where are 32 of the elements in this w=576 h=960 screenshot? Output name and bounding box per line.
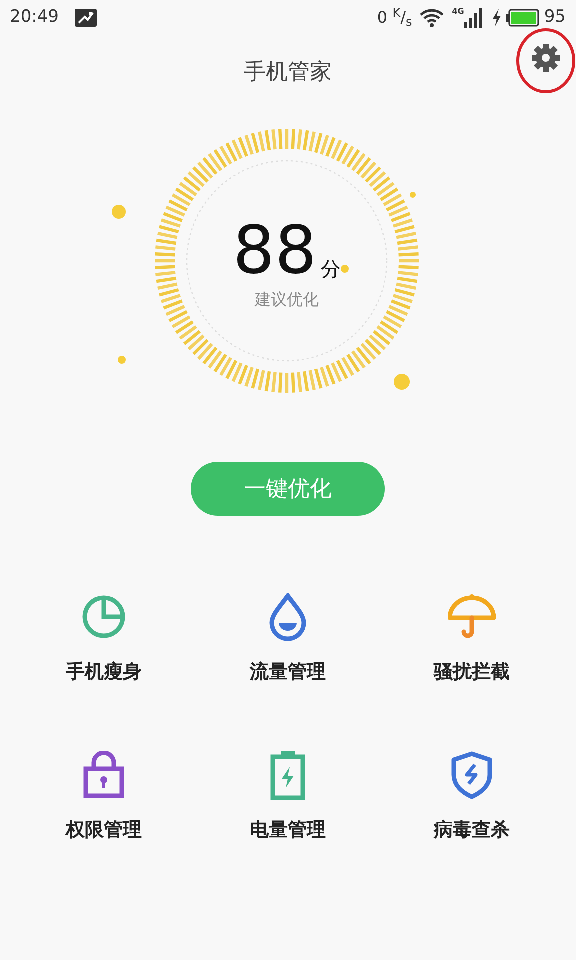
network-speed: 0 $^{K}$/$_{s}$ bbox=[377, 6, 412, 30]
tool-label[interactable]: 手机瘦身 bbox=[66, 658, 142, 686]
battery-icon bbox=[270, 750, 306, 800]
network-type: 4G bbox=[452, 8, 464, 16]
decor-dot bbox=[112, 205, 126, 219]
clock-time: 20:49 bbox=[10, 6, 59, 30]
score-unit: 分 bbox=[320, 256, 341, 283]
padlock-icon bbox=[83, 751, 125, 799]
tool-label[interactable]: 病毒查杀 bbox=[434, 816, 510, 844]
battery-level: 95 bbox=[544, 6, 566, 30]
tool-label[interactable]: 流量管理 bbox=[250, 658, 326, 686]
signal-icon bbox=[464, 8, 484, 28]
score-value: 88 bbox=[233, 218, 317, 284]
water-drop-icon bbox=[268, 593, 308, 641]
tool-label[interactable]: 权限管理 bbox=[66, 816, 142, 844]
decor-dot bbox=[118, 356, 126, 364]
decor-dot bbox=[341, 265, 349, 273]
image-notification-icon bbox=[75, 9, 97, 27]
settings-icon[interactable] bbox=[532, 44, 560, 72]
pie-chart-icon bbox=[81, 594, 127, 640]
tool-label[interactable]: 骚扰拦截 bbox=[434, 658, 510, 686]
charging-icon bbox=[492, 9, 502, 27]
annotation-circle bbox=[515, 28, 576, 94]
tool-label[interactable]: 电量管理 bbox=[250, 816, 326, 844]
app-title: 手机管家 bbox=[244, 58, 332, 86]
score-advice: 建议优化 bbox=[255, 289, 319, 311]
decor-dot bbox=[410, 192, 416, 198]
wifi-icon bbox=[420, 8, 444, 28]
shield-icon bbox=[451, 751, 493, 799]
decor-dot bbox=[394, 374, 410, 390]
battery-status-icon bbox=[506, 9, 540, 27]
umbrella-icon bbox=[448, 594, 496, 640]
